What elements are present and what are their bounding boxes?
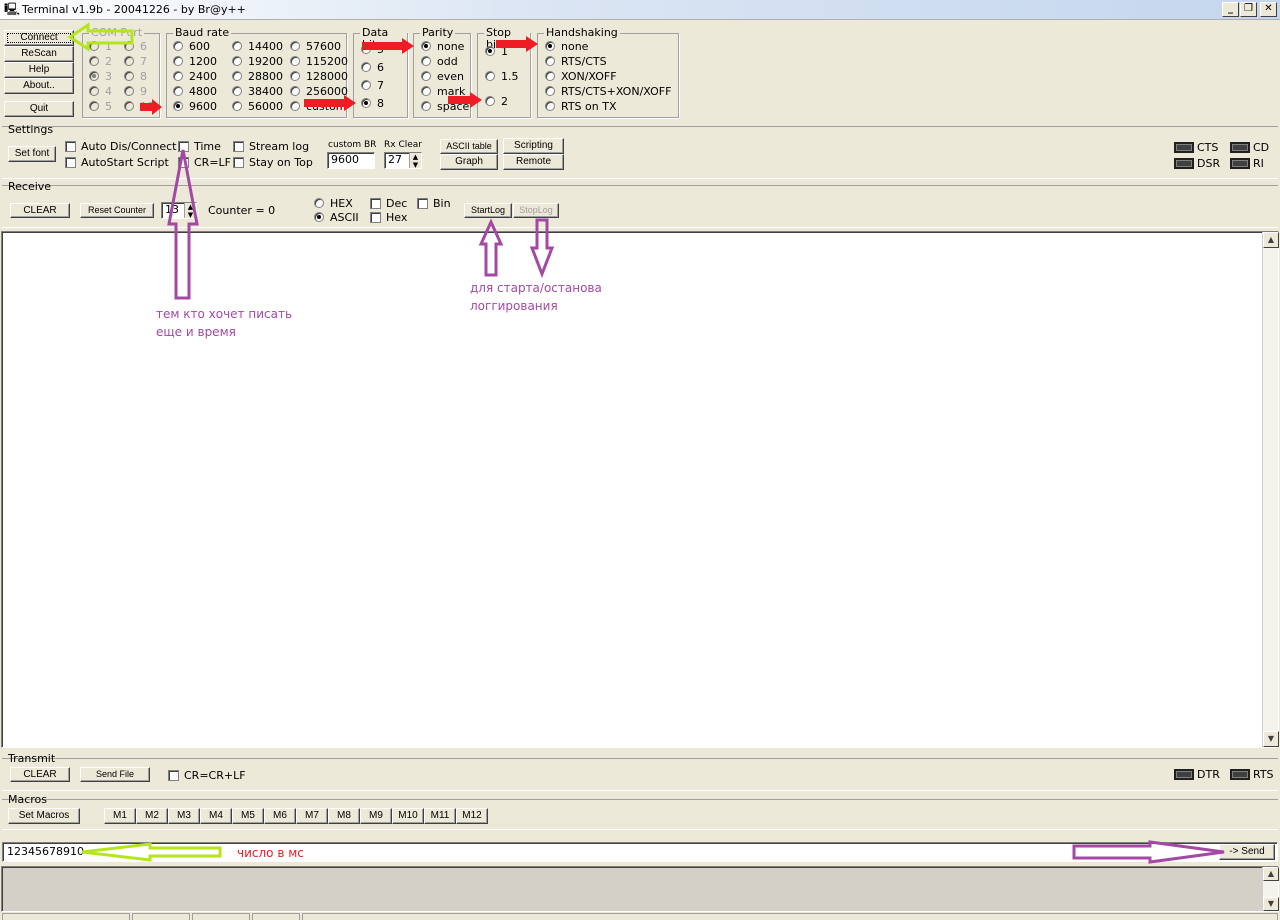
red-arrow-stopbits: [448, 92, 482, 108]
purple-arrow-stoplog: [529, 218, 555, 279]
red-arrow-9600: [140, 99, 162, 115]
purple-arrow-startlog: [478, 218, 504, 277]
purple-arrow-send: [1072, 840, 1225, 864]
red-arrow-handshaking: [496, 36, 538, 52]
red-arrow-databits: [362, 38, 414, 54]
green-arrow-connect: [67, 22, 134, 52]
annotation-input-note: число в мс: [237, 846, 304, 860]
annotation-time-note: тем кто хочет писать еще и время: [156, 307, 293, 339]
green-arrow-input: [81, 842, 222, 862]
annotation-arrows-overlay: [67, 22, 1225, 864]
annotation-log-note: для старта/останова логгирования: [470, 281, 602, 313]
red-arrow-baud-custom: [304, 95, 356, 111]
purple-arrow-time: [167, 149, 199, 300]
